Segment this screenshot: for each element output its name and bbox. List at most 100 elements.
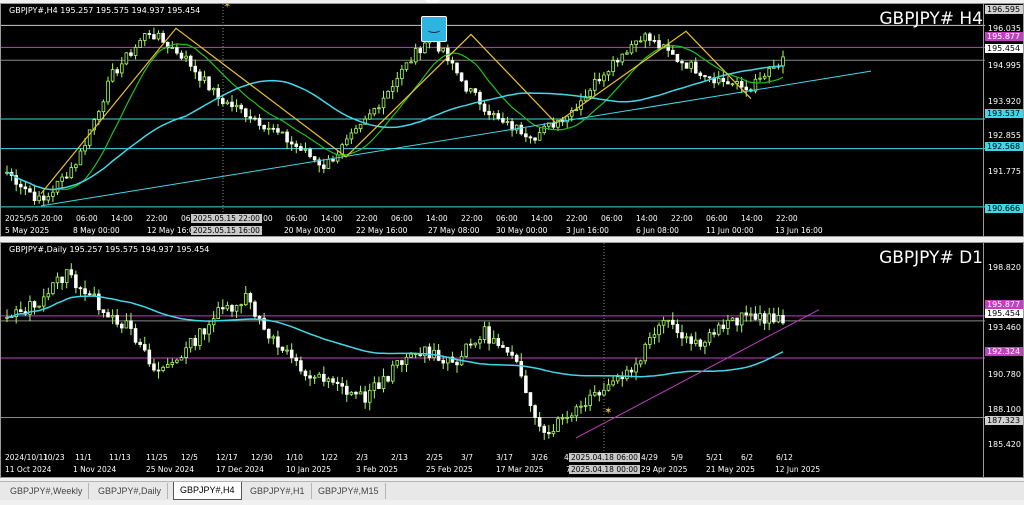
bull-candle	[395, 360, 400, 366]
bull-candle	[491, 113, 496, 116]
bull-candle	[643, 343, 648, 362]
bear-candle	[138, 341, 142, 345]
bull-candle	[565, 416, 569, 419]
h4-price-scale[interactable]: 196.595 196.035 195.877 195.454 194.995 …	[983, 4, 1023, 236]
bear-candle	[106, 312, 110, 318]
bull-candle	[634, 363, 638, 373]
bull-candle	[395, 78, 400, 87]
d1-price-label: 190.780	[987, 370, 1021, 379]
bear-candle	[524, 133, 528, 138]
time-tick-label: 2024/10/11	[5, 453, 49, 462]
bull-candle	[390, 86, 395, 92]
bear-candle	[680, 332, 684, 339]
bull-candle	[349, 391, 354, 395]
d1-chart-panel[interactable]: GBPJPY#,Daily 195.257 195.575 194.937 19…	[0, 242, 1024, 478]
bear-candle	[120, 323, 124, 329]
bull-candle	[386, 91, 390, 99]
h4-top-price-box: 196.595	[985, 5, 1023, 14]
bull-candle	[726, 319, 730, 329]
bull-candle	[648, 337, 652, 345]
date-tick-label: 1 Nov 2024	[73, 465, 117, 474]
bull-candle	[482, 326, 487, 340]
bull-candle	[693, 339, 698, 344]
bear-candle	[510, 351, 514, 356]
time-tick-label: 4/29	[641, 453, 658, 462]
bull-candle	[367, 389, 372, 403]
d1-price-scale[interactable]: 198.820 195.877 195.454 193.460 192.324 …	[983, 243, 1023, 477]
bear-candle	[533, 137, 537, 141]
bear-candle	[652, 40, 657, 42]
bull-candle	[225, 305, 230, 310]
bear-candle	[781, 315, 785, 324]
time-tick-label: 1/10	[286, 453, 303, 462]
bear-candle	[400, 360, 404, 365]
bull-candle	[345, 138, 349, 146]
bull-candle	[372, 108, 377, 115]
bull-candle	[358, 391, 363, 395]
bull-candle	[661, 319, 666, 326]
trendline	[40, 70, 872, 207]
bull-candle	[762, 75, 767, 79]
bear-candle	[680, 61, 684, 64]
bull-candle	[381, 376, 386, 389]
bull-candle	[37, 305, 41, 308]
bear-candle	[354, 391, 358, 395]
d1-ohlc-readout: GBPJPY#,Daily 195.257 195.575 194.937 19…	[9, 245, 210, 254]
bear-candle	[450, 60, 455, 64]
bull-candle	[179, 357, 184, 361]
time-tick-label: 3/17	[496, 453, 513, 462]
bear-candle	[739, 81, 744, 88]
bull-candle	[400, 68, 404, 79]
bull-candle	[101, 101, 106, 113]
bull-candle	[767, 67, 772, 77]
bear-candle	[202, 328, 207, 335]
bull-candle	[602, 74, 606, 82]
zigzag-line	[40, 27, 752, 194]
expert-advisor-icon[interactable]: ‿	[421, 16, 447, 42]
bear-candle	[519, 124, 524, 135]
tab-gbpjpy-weekly[interactable]: GBPJPY#,Weekly	[4, 483, 90, 499]
bull-candle	[611, 380, 615, 386]
bear-candle	[28, 188, 32, 193]
bear-candle	[551, 122, 556, 128]
bear-candle	[289, 141, 294, 145]
bull-candle	[37, 195, 41, 202]
bear-candle	[684, 62, 689, 69]
h4-price-label: 192.855	[987, 131, 1021, 140]
bear-candle	[726, 81, 730, 85]
h4-chart-panel[interactable]: GBPJPY#,H4 195.257 195.575 194.937 195.4…	[0, 3, 1024, 237]
bear-candle	[629, 369, 634, 373]
bear-candle	[620, 376, 625, 380]
bull-candle	[51, 282, 55, 295]
time-tick-label: 2/13	[391, 453, 408, 462]
h4-chart-canvas[interactable]	[1, 4, 985, 237]
bear-candle	[129, 320, 133, 329]
bull-candle	[243, 293, 248, 306]
tab-gbpjpy-h1[interactable]: GBPJPY#,H1	[244, 483, 312, 499]
bull-candle	[767, 313, 772, 324]
d1-crosshair-time-tag: 2025.04.18 06:00	[569, 453, 640, 462]
bull-candle	[133, 47, 138, 56]
bull-candle	[404, 356, 409, 365]
bull-candle	[303, 148, 308, 151]
d1-chart-canvas[interactable]	[1, 243, 985, 478]
time-tick-label: 3/7	[461, 453, 474, 462]
bear-candle	[418, 48, 423, 54]
bull-candle	[367, 113, 372, 120]
tab-gbpjpy-m15[interactable]: GBPJPY#,M15	[312, 483, 386, 499]
bull-candle	[583, 405, 588, 407]
date-tick-label: 22 May 16:00	[356, 226, 408, 235]
tab-gbpjpy-h4[interactable]: GBPJPY#,H4	[173, 482, 242, 500]
bear-candle	[487, 110, 491, 116]
bear-candle	[671, 49, 675, 55]
bull-candle	[64, 269, 69, 284]
time-tick-label: 22:00	[461, 214, 483, 223]
bear-candle	[32, 191, 37, 202]
bear-candle	[175, 47, 179, 54]
tab-gbpjpy-daily[interactable]: GBPJPY#,Daily	[92, 483, 169, 499]
bull-candle	[542, 125, 547, 133]
bear-candle	[239, 104, 243, 110]
bear-candle	[386, 376, 390, 382]
bear-candle	[501, 345, 505, 348]
bull-candle	[326, 378, 331, 382]
